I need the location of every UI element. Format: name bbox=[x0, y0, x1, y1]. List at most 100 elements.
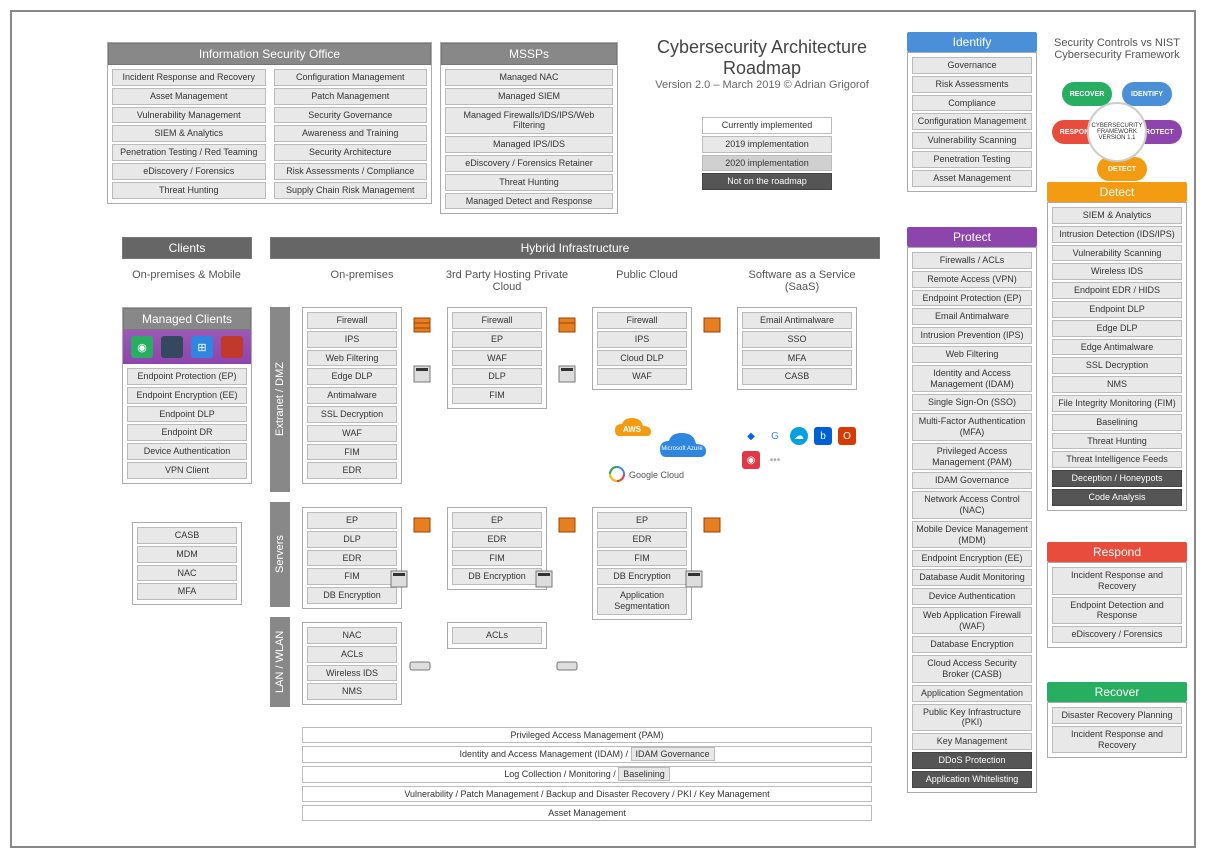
list-item: DDoS Protection bbox=[912, 752, 1032, 769]
list-item: NAC bbox=[137, 565, 237, 582]
list-item: Email Antimalware bbox=[912, 308, 1032, 325]
list-item: NMS bbox=[1052, 376, 1182, 393]
list-item: DLP bbox=[307, 531, 397, 548]
list-item: Edge DLP bbox=[307, 368, 397, 385]
server-icon bbox=[387, 567, 411, 591]
list-item: MFA bbox=[137, 583, 237, 600]
hybrid-header: Hybrid Infrastructure bbox=[270, 237, 880, 259]
legend-2020: 2020 implementation bbox=[702, 155, 832, 172]
list-item: File Integrity Monitoring (FIM) bbox=[1052, 395, 1182, 412]
iso-panel: Information Security Office Incident Res… bbox=[107, 42, 432, 204]
office-icon: O bbox=[838, 427, 856, 445]
list-item: Deception / Honeypots bbox=[1052, 470, 1182, 487]
list-item: Multi-Factor Authentication (MFA) bbox=[912, 413, 1032, 441]
list-item: Endpoint DLP bbox=[127, 406, 247, 423]
list-item: EDR bbox=[597, 531, 687, 548]
vlabel-lan: LAN / WLAN bbox=[270, 617, 290, 707]
svg-text:AWS: AWS bbox=[623, 425, 642, 434]
mssps-list: Managed NACManaged SIEMManaged Firewalls… bbox=[441, 65, 617, 213]
list-item: Awareness and Training bbox=[274, 125, 428, 142]
list-item: Mobile Device Management (MDM) bbox=[912, 521, 1032, 549]
firewall-icon bbox=[700, 512, 724, 536]
list-item: Penetration Testing bbox=[912, 151, 1032, 168]
list-item: Incident Response and Recovery bbox=[1052, 726, 1182, 754]
recover-panel: Recover Disaster Recovery PlanningIncide… bbox=[1047, 682, 1187, 758]
list-item: Code Analysis bbox=[1052, 489, 1182, 506]
dmz-saas: Email AntimalwareSSOMFACASB bbox=[737, 307, 857, 390]
list-item: Threat Hunting bbox=[445, 174, 613, 191]
firewall-icon bbox=[555, 312, 579, 336]
server-icon bbox=[682, 567, 706, 591]
protect-header: Protect bbox=[907, 227, 1037, 247]
list-item: Threat Hunting bbox=[1052, 433, 1182, 450]
protect-list: Firewalls / ACLs Remote Access (VPN) Endpo… bbox=[907, 247, 1037, 793]
list-item: Endpoint DR bbox=[127, 424, 247, 441]
list-item: Cloud Access Security Broker (CASB) bbox=[912, 655, 1032, 683]
list-item: EP bbox=[452, 331, 542, 348]
list-item: Device Authentication bbox=[127, 443, 247, 460]
list-item: Threat Hunting bbox=[112, 182, 266, 199]
list-item: Public Key Infrastructure (PKI) bbox=[912, 704, 1032, 732]
list-item: Endpoint Detection and Response bbox=[1052, 597, 1182, 625]
nist-wheel: IDENTIFY PROTECT DETECT RESPOND RECOVER … bbox=[1047, 72, 1187, 192]
list-item: EDR bbox=[307, 550, 397, 567]
list-item: Database Audit Monitoring bbox=[912, 569, 1032, 586]
list-item: Endpoint Encryption (EE) bbox=[912, 550, 1032, 567]
list-item: eDiscovery / Forensics bbox=[112, 163, 266, 180]
list-item: DB Encryption bbox=[452, 568, 542, 585]
detect-list: SIEM & AnalyticsIntrusion Detection (IDS… bbox=[1047, 202, 1187, 511]
switch-icon bbox=[408, 652, 432, 676]
list-item: Cloud DLP bbox=[597, 350, 687, 367]
list-item: DB Encryption bbox=[307, 587, 397, 604]
recover-header: Recover bbox=[1047, 682, 1187, 702]
col-public: Public Cloud bbox=[592, 267, 702, 283]
list-item: Remote Access (VPN) bbox=[912, 271, 1032, 288]
list-item: SSL Decryption bbox=[1052, 357, 1182, 374]
list-item: Supply Chain Risk Management bbox=[274, 182, 428, 199]
footer-idam: Identity and Access Management (IDAM) / … bbox=[302, 746, 872, 763]
list-item: Endpoint DLP bbox=[1052, 301, 1182, 318]
respond-header: Respond bbox=[1047, 542, 1187, 562]
list-item: IPS bbox=[307, 331, 397, 348]
nist-center: CYBERSECURITY FRAMEWORK VERSION 1.1 bbox=[1087, 102, 1147, 162]
dmz-public: FirewallIPSCloud DLPWAF bbox=[592, 307, 692, 390]
list-item: CASB bbox=[742, 368, 852, 385]
list-item: Database Encryption bbox=[912, 636, 1032, 653]
list-item: Vulnerability Scanning bbox=[912, 132, 1032, 149]
managed-clients-panel: Managed Clients ◉ ⊞ Endpoint Protection … bbox=[122, 307, 252, 484]
dmz-third: FirewallEPWAFDLPFIM bbox=[447, 307, 547, 409]
clients-header: Clients bbox=[122, 237, 252, 259]
iso-right-list: Configuration ManagementPatch Management… bbox=[270, 65, 432, 203]
firewall-icon bbox=[700, 312, 724, 336]
saas-icons: ◆ G ☁ b O ◉ ••• bbox=[742, 427, 862, 469]
title-block: Cybersecurity Architecture Roadmap Versi… bbox=[632, 37, 892, 91]
firewall-icon bbox=[410, 512, 434, 536]
list-item: Single Sign-On (SSO) bbox=[912, 394, 1032, 411]
android-icon: ◉ bbox=[131, 336, 153, 358]
list-item: Configuration Management bbox=[912, 113, 1032, 130]
srv-public: EPEDRFIMDB EncryptionApplication Segment… bbox=[592, 507, 692, 620]
list-item: Endpoint Protection (EP) bbox=[912, 290, 1032, 307]
list-item: Firewalls / ACLs bbox=[912, 252, 1032, 269]
salesforce-icon: ☁ bbox=[790, 427, 808, 445]
list-item: Web Filtering bbox=[307, 350, 397, 367]
list-item: Managed Firewalls/IDS/IPS/Web Filtering bbox=[445, 107, 613, 135]
list-item: Risk Assessments / Compliance bbox=[274, 163, 428, 180]
list-item: NAC bbox=[307, 627, 397, 644]
list-item: Baselining bbox=[1052, 414, 1182, 431]
identify-panel: Identify GovernanceRisk AssessmentsCompl… bbox=[907, 32, 1037, 192]
list-item: SIEM & Analytics bbox=[1052, 207, 1182, 224]
diagram-canvas: Cybersecurity Architecture Roadmap Versi… bbox=[10, 10, 1196, 848]
list-item: WAF bbox=[452, 350, 542, 367]
gcp-cloud-icon: Google Cloud bbox=[607, 462, 697, 486]
lan-third: ACLs bbox=[447, 622, 547, 649]
switch-icon bbox=[555, 652, 579, 676]
list-item: Security Governance bbox=[274, 107, 428, 124]
list-item: Application Segmentation bbox=[597, 587, 687, 615]
mssps-header: MSSPs bbox=[441, 43, 617, 65]
managed-clients-list: Endpoint Protection (EP)Endpoint Encrypt… bbox=[123, 364, 251, 483]
list-item: Network Access Control (NAC) bbox=[912, 491, 1032, 519]
list-item: DLP bbox=[452, 368, 542, 385]
lan-onprem: NACACLsWireless IDSNMS bbox=[302, 622, 402, 705]
list-item: DB Encryption bbox=[597, 568, 687, 585]
